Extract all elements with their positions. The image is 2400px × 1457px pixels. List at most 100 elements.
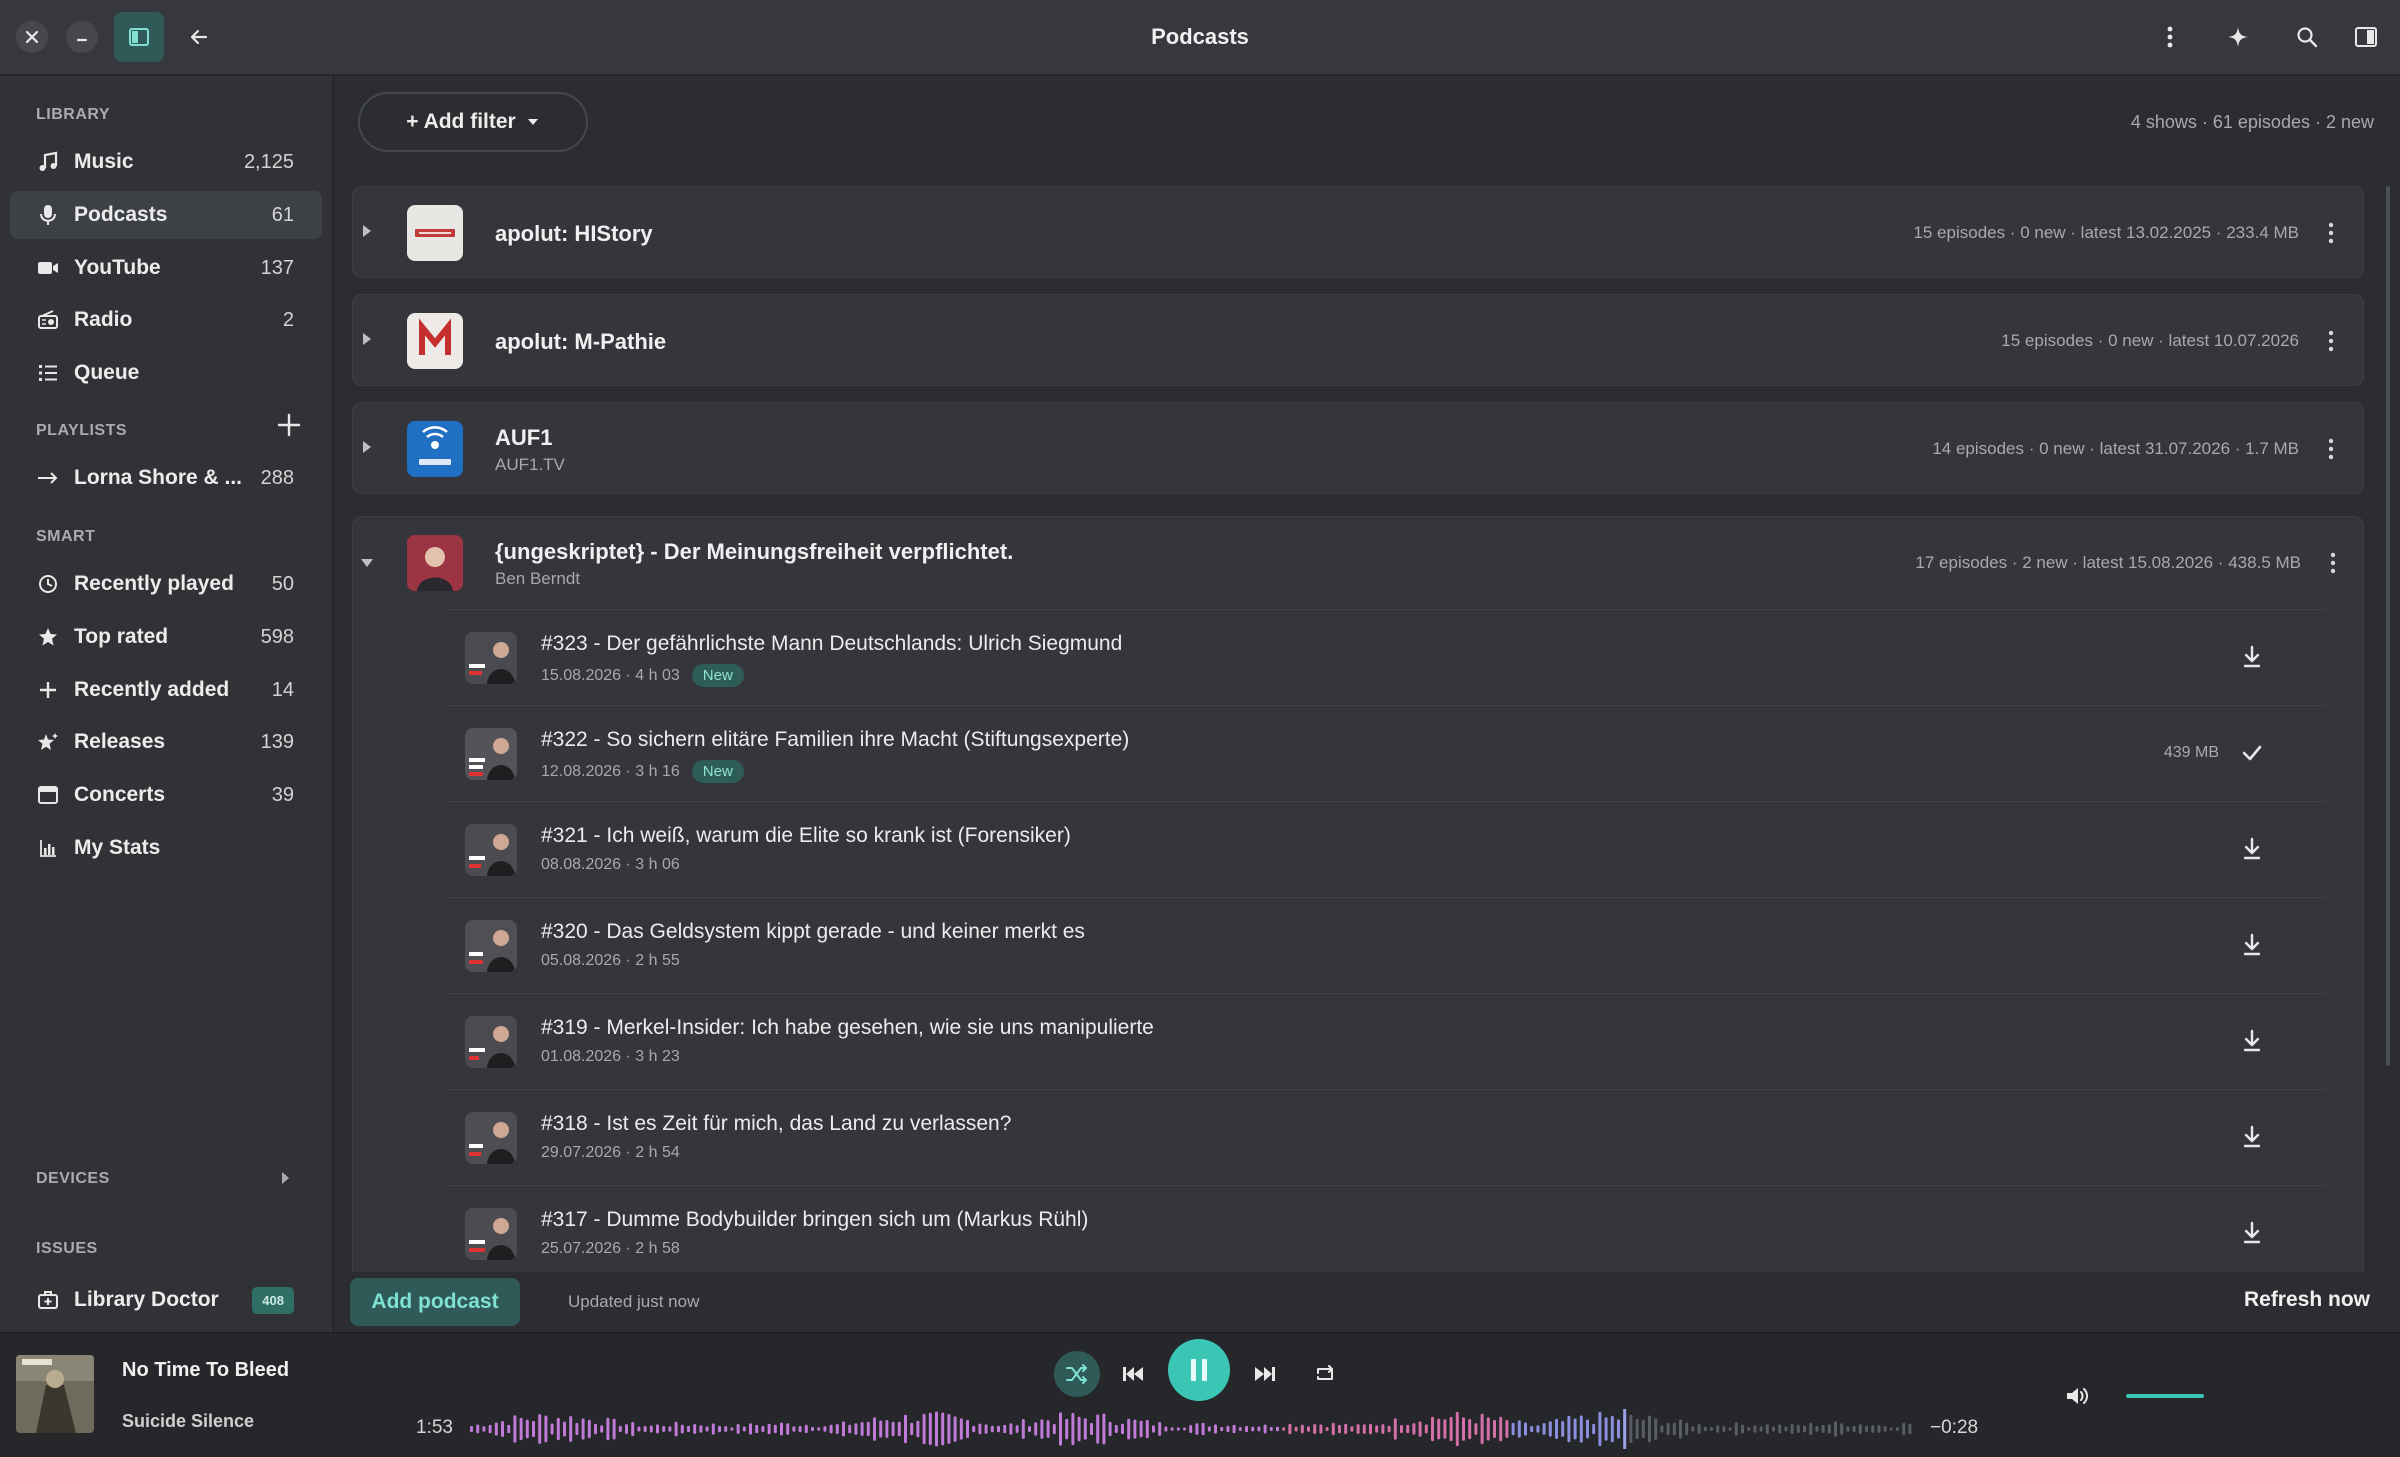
next-track-button[interactable] bbox=[1250, 1359, 1280, 1389]
caret-right-icon[interactable] bbox=[357, 437, 377, 457]
kebab-menu-icon[interactable] bbox=[2327, 436, 2335, 462]
episode-date-duration: 15.08.2026 · 4 h 03 bbox=[541, 666, 680, 684]
show-row[interactable]: apolut: M-Pathie 15 episodes · 0 new · l… bbox=[352, 294, 2364, 386]
caret-right-icon[interactable] bbox=[357, 329, 377, 349]
playhead[interactable] bbox=[1623, 1409, 1627, 1449]
scrollbar[interactable] bbox=[2386, 186, 2390, 1066]
caret-right-icon[interactable] bbox=[357, 221, 377, 241]
window-title: Podcasts bbox=[1151, 24, 1249, 49]
waveform-bar bbox=[1331, 1422, 1335, 1436]
sidebar-item-recently-added[interactable]: Recently added 14 bbox=[10, 666, 322, 714]
right-panel-button[interactable] bbox=[2351, 22, 2381, 52]
waveform-bar bbox=[978, 1423, 982, 1435]
waveform-bar bbox=[1096, 1414, 1100, 1444]
now-playing-artist[interactable]: Suicide Silence bbox=[122, 1411, 254, 1432]
kebab-menu-icon[interactable] bbox=[2327, 220, 2335, 246]
waveform-bar bbox=[1400, 1425, 1403, 1434]
waveform-bar bbox=[1158, 1422, 1162, 1436]
episode-row[interactable]: #319 - Merkel-Insider: Ich habe gesehen,… bbox=[445, 993, 2325, 1090]
show-title: apolut: M-Pathie bbox=[495, 329, 667, 354]
waveform-bar bbox=[873, 1417, 876, 1441]
download-icon[interactable] bbox=[2239, 644, 2265, 670]
episode-title: #319 - Merkel-Insider: Ich habe gesehen,… bbox=[541, 1016, 1154, 1039]
search-button[interactable] bbox=[2292, 22, 2322, 52]
volume-slider[interactable] bbox=[2126, 1394, 2204, 1398]
waveform-bar bbox=[1530, 1425, 1534, 1433]
episode-row[interactable]: #323 - Der gefährlichste Mann Deutschlan… bbox=[445, 609, 2325, 706]
volume-button[interactable] bbox=[2062, 1381, 2092, 1411]
now-playing-artwork[interactable] bbox=[16, 1355, 94, 1433]
download-icon[interactable] bbox=[2239, 1028, 2265, 1054]
sidebar-item-music[interactable]: Music 2,125 bbox=[10, 138, 322, 186]
episode-row[interactable]: #320 - Das Geldsystem kippt gerade - und… bbox=[445, 897, 2325, 994]
waveform-bar bbox=[922, 1413, 926, 1445]
kebab-menu-icon[interactable] bbox=[2329, 550, 2337, 576]
waveform-bar bbox=[544, 1415, 548, 1443]
download-icon[interactable] bbox=[2239, 836, 2265, 862]
kebab-menu-icon[interactable] bbox=[2327, 328, 2335, 354]
waveform-bar bbox=[1517, 1420, 1521, 1438]
waveform-bar bbox=[928, 1412, 932, 1446]
episode-thumbnail bbox=[465, 632, 517, 684]
download-icon[interactable] bbox=[2239, 932, 2265, 958]
sidebar-item-queue[interactable]: Queue bbox=[10, 349, 322, 397]
episode-row[interactable]: #318 - Ist es Zeit für mich, das Land zu… bbox=[445, 1089, 2325, 1186]
previous-track-button[interactable] bbox=[1118, 1359, 1148, 1389]
waveform-bar bbox=[1127, 1418, 1131, 1440]
waveform-bar bbox=[1889, 1427, 1893, 1431]
sidebar-item-my-stats[interactable]: My Stats bbox=[10, 824, 322, 872]
waveform-bar bbox=[1307, 1426, 1310, 1432]
sidebar-item-library-doctor[interactable]: Library Doctor 408 bbox=[10, 1276, 322, 1324]
episode-title: #321 - Ich weiß, warum die Elite so kran… bbox=[541, 824, 1071, 847]
waveform-bar bbox=[612, 1418, 616, 1440]
episode-thumbnail bbox=[465, 1208, 517, 1260]
episode-row[interactable]: #321 - Ich weiß, warum die Elite so kran… bbox=[445, 801, 2325, 898]
waveform-bar bbox=[1114, 1424, 1118, 1434]
waveform-bar bbox=[1865, 1425, 1868, 1433]
check-icon[interactable] bbox=[2239, 740, 2265, 766]
add-filter-button[interactable]: + Add filter bbox=[358, 92, 588, 152]
sidebar-item-concerts[interactable]: Concerts 39 bbox=[10, 771, 322, 819]
sidebar-item-releases[interactable]: Releases 139 bbox=[10, 718, 322, 766]
waveform-bar bbox=[959, 1418, 963, 1440]
download-icon[interactable] bbox=[2239, 1124, 2265, 1150]
more-menu-button[interactable] bbox=[2155, 22, 2185, 52]
show-row[interactable]: apolut: HIStory 15 episodes · 0 new · la… bbox=[352, 186, 2364, 278]
waveform-bar bbox=[1443, 1419, 1447, 1439]
medkit-icon bbox=[36, 1288, 60, 1312]
waveform-bar bbox=[1710, 1427, 1713, 1431]
show-row[interactable]: AUF1 AUF1.TV 14 episodes · 0 new · lates… bbox=[352, 402, 2364, 494]
devices-expand-button[interactable] bbox=[278, 1170, 294, 1186]
sidebar-item-youtube[interactable]: YouTube 137 bbox=[10, 244, 322, 292]
play-pause-button[interactable] bbox=[1168, 1339, 1230, 1401]
refresh-now-button[interactable]: Refresh now bbox=[2244, 1288, 2370, 1312]
waveform-bar bbox=[966, 1419, 969, 1439]
waveform-bar bbox=[953, 1416, 957, 1442]
sidebar-item-label: Library Doctor bbox=[74, 1288, 219, 1311]
episode-row[interactable]: #322 - So sichern elitäre Familien ihre … bbox=[445, 705, 2325, 802]
download-icon[interactable] bbox=[2239, 1220, 2265, 1246]
waveform-bar bbox=[1834, 1421, 1837, 1437]
sparkle-icon bbox=[2228, 27, 2248, 47]
sidebar-item-playlist[interactable]: Lorna Shore & ... 288 bbox=[10, 454, 322, 502]
plus-icon bbox=[36, 678, 60, 702]
sidebar-item-recently-played[interactable]: Recently played 50 bbox=[10, 560, 322, 608]
add-podcast-button[interactable]: Add podcast bbox=[350, 1278, 520, 1326]
waveform-progress[interactable] bbox=[470, 1409, 1920, 1449]
show-row[interactable]: {ungeskriptet} - Der Meinungsfreiheit ve… bbox=[353, 517, 2363, 609]
waveform-bar bbox=[1598, 1411, 1602, 1447]
caret-down-icon[interactable] bbox=[357, 553, 377, 573]
shuffle-button[interactable] bbox=[1054, 1351, 1100, 1397]
sidebar-item-podcasts[interactable]: Podcasts 61 bbox=[10, 191, 322, 239]
add-playlist-button[interactable] bbox=[276, 412, 302, 438]
sparkle-button[interactable] bbox=[2223, 22, 2253, 52]
sidebar-item-top-rated[interactable]: Top rated 598 bbox=[10, 613, 322, 661]
show-title: AUF1 bbox=[495, 425, 553, 450]
waveform-bar bbox=[1139, 1420, 1143, 1438]
episode-row[interactable]: #317 - Dumme Bodybuilder bringen sich um… bbox=[445, 1185, 2325, 1282]
waveform-bar bbox=[1648, 1415, 1651, 1443]
sidebar-item-label: Queue bbox=[74, 361, 140, 384]
repeat-button[interactable] bbox=[1310, 1359, 1340, 1389]
sidebar-item-radio[interactable]: Radio 2 bbox=[10, 296, 322, 344]
waveform-bar bbox=[1592, 1423, 1596, 1435]
